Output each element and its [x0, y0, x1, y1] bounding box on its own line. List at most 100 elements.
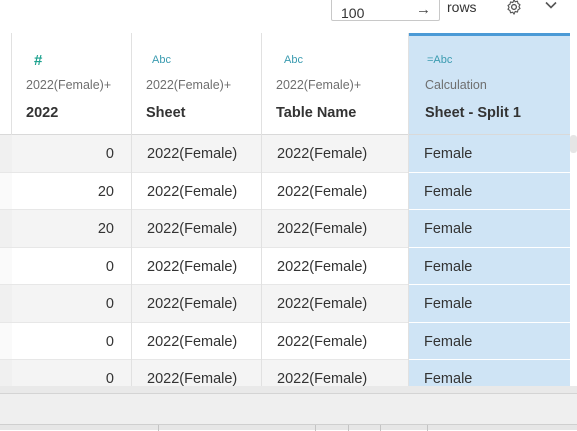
column-name: Table Name [276, 105, 357, 121]
row-gutter-cell[interactable] [0, 360, 12, 386]
string-type-icon[interactable]: Abc [284, 54, 303, 66]
cell-value: Female [424, 371, 473, 386]
column-source: Calculation [425, 78, 487, 92]
cell-value: Female [424, 258, 473, 275]
cell-value: Female [424, 296, 473, 312]
cell-value: 2022(Female) [147, 258, 238, 275]
table-cell[interactable]: 2022(Female) [262, 360, 408, 386]
cell-value: 0 [105, 296, 114, 312]
table-cell[interactable]: 2022(Female) [132, 285, 261, 323]
gear-icon[interactable] [505, 0, 523, 16]
cell-value: 2022(Female) [147, 183, 238, 200]
table-cell[interactable]: 2022(Female) [262, 285, 408, 323]
table-cell[interactable]: 2022(Female) [262, 173, 408, 210]
row-gutter-cell[interactable] [0, 210, 12, 248]
vertical-scrollbar-thumb[interactable] [570, 135, 577, 153]
table-cell[interactable]: 2022(Female) [262, 135, 408, 173]
rows-count-input[interactable]: 100 → [331, 0, 440, 21]
table-cell[interactable]: 2022(Female) [132, 210, 261, 248]
table-cell[interactable]: 0 [12, 135, 131, 173]
table-cell[interactable]: Female [409, 210, 570, 248]
table-cell[interactable]: Female [409, 172, 570, 210]
divider [158, 425, 159, 431]
table-cell[interactable]: 20 [12, 173, 131, 210]
table-cell[interactable]: 2022(Female) [132, 323, 261, 360]
cell-value: 0 [105, 146, 114, 162]
bottom-tab-strip [0, 424, 577, 431]
column-header[interactable]: # 2022(Female)+ 2022 [12, 33, 131, 135]
column-table-name: Abc 2022(Female)+ Table Name 2022(Female… [262, 33, 409, 386]
divider [315, 425, 316, 431]
data-grid: # 2022(Female)+ 2022 0 20 20 0 0 0 0 Abc 2022(… [0, 33, 577, 386]
table-cell[interactable]: 20 [12, 210, 131, 248]
row-gutter-cell[interactable] [0, 172, 12, 210]
row-gutter-cell[interactable] [0, 285, 12, 323]
cell-value: Female [424, 221, 473, 237]
row-gutter-cell[interactable] [0, 247, 12, 285]
table-cell[interactable]: 2022(Female) [132, 135, 261, 173]
chevron-down-icon[interactable] [544, 0, 558, 12]
table-cell[interactable]: Female [409, 247, 570, 285]
table-cell[interactable]: 2022(Female) [262, 248, 408, 285]
cell-value: 2022(Female) [277, 296, 368, 312]
table-cell[interactable]: 0 [12, 323, 131, 360]
column-header[interactable]: Abc 2022(Female)+ Sheet [132, 33, 261, 135]
cell-value: 2022(Female) [277, 333, 368, 350]
rows-count-value[interactable]: 100 [341, 5, 364, 21]
row-gutter-cell[interactable] [0, 322, 12, 360]
column-name: Sheet - Split 1 [425, 105, 521, 121]
column-name: Sheet [146, 105, 186, 121]
string-type-icon[interactable]: Abc [152, 54, 171, 66]
cell-value: 2022(Female) [147, 221, 238, 237]
column-header[interactable]: Abc 2022(Female)+ Table Name [262, 33, 408, 135]
table-cell[interactable]: Female [409, 285, 570, 323]
column-header-selected[interactable]: =Abc Calculation Sheet - Split 1 [409, 33, 570, 135]
divider [380, 425, 381, 431]
rows-label: rows [447, 0, 477, 15]
cell-value: 2022(Female) [277, 183, 368, 200]
cell-value: Female [424, 183, 473, 200]
cell-value: 2022(Female) [147, 333, 238, 350]
row-number-column [0, 33, 12, 386]
cell-value: 2022(Female) [147, 296, 238, 312]
cell-value: 2022(Female) [147, 146, 238, 162]
cell-value: 2022(Female) [147, 371, 238, 386]
column-source: 2022(Female)+ [146, 78, 232, 92]
row-number-header [0, 33, 11, 135]
table-cell[interactable]: 2022(Female) [132, 248, 261, 285]
calculated-string-type-icon[interactable]: =Abc [427, 54, 452, 66]
table-cell[interactable]: 2022(Female) [262, 210, 408, 248]
cell-value: Female [424, 146, 473, 162]
cell-value: 2022(Female) [277, 371, 368, 386]
cell-value: 2022(Female) [277, 146, 368, 162]
table-cell[interactable]: 0 [12, 285, 131, 323]
divider [348, 425, 349, 431]
cell-value: 20 [97, 221, 114, 237]
cell-value: 20 [97, 183, 114, 200]
apply-arrow-icon[interactable]: → [416, 1, 431, 18]
cell-value: 2022(Female) [277, 258, 368, 275]
table-cell[interactable]: 2022(Female) [132, 360, 261, 386]
table-cell[interactable]: 0 [12, 248, 131, 285]
data-grid-toolbar: 100 → rows [0, 0, 577, 33]
table-cell[interactable]: 2022(Female) [132, 173, 261, 210]
number-type-icon[interactable]: # [34, 52, 42, 69]
column-name: 2022 [26, 105, 59, 121]
horizontal-scrollbar[interactable] [0, 386, 577, 393]
table-cell[interactable]: 0 [12, 360, 131, 386]
table-cell[interactable]: Female [409, 135, 570, 173]
cell-value: Female [424, 333, 473, 350]
row-gutter-cell[interactable] [0, 135, 12, 173]
column-2022: # 2022(Female)+ 2022 0 20 20 0 0 0 0 [12, 33, 132, 386]
cell-value: 2022(Female) [277, 221, 368, 237]
table-cell[interactable]: Female [409, 322, 570, 360]
table-cell[interactable]: 2022(Female) [262, 323, 408, 360]
table-cell[interactable]: Female [409, 360, 570, 386]
cell-value: 0 [105, 371, 114, 386]
cell-value: 0 [105, 258, 114, 275]
cell-value: 0 [105, 333, 114, 350]
divider [427, 425, 428, 431]
column-source: 2022(Female)+ [276, 78, 362, 92]
column-source: 2022(Female)+ [26, 78, 112, 92]
column-sheet: Abc 2022(Female)+ Sheet 2022(Female) 2022… [132, 33, 262, 386]
